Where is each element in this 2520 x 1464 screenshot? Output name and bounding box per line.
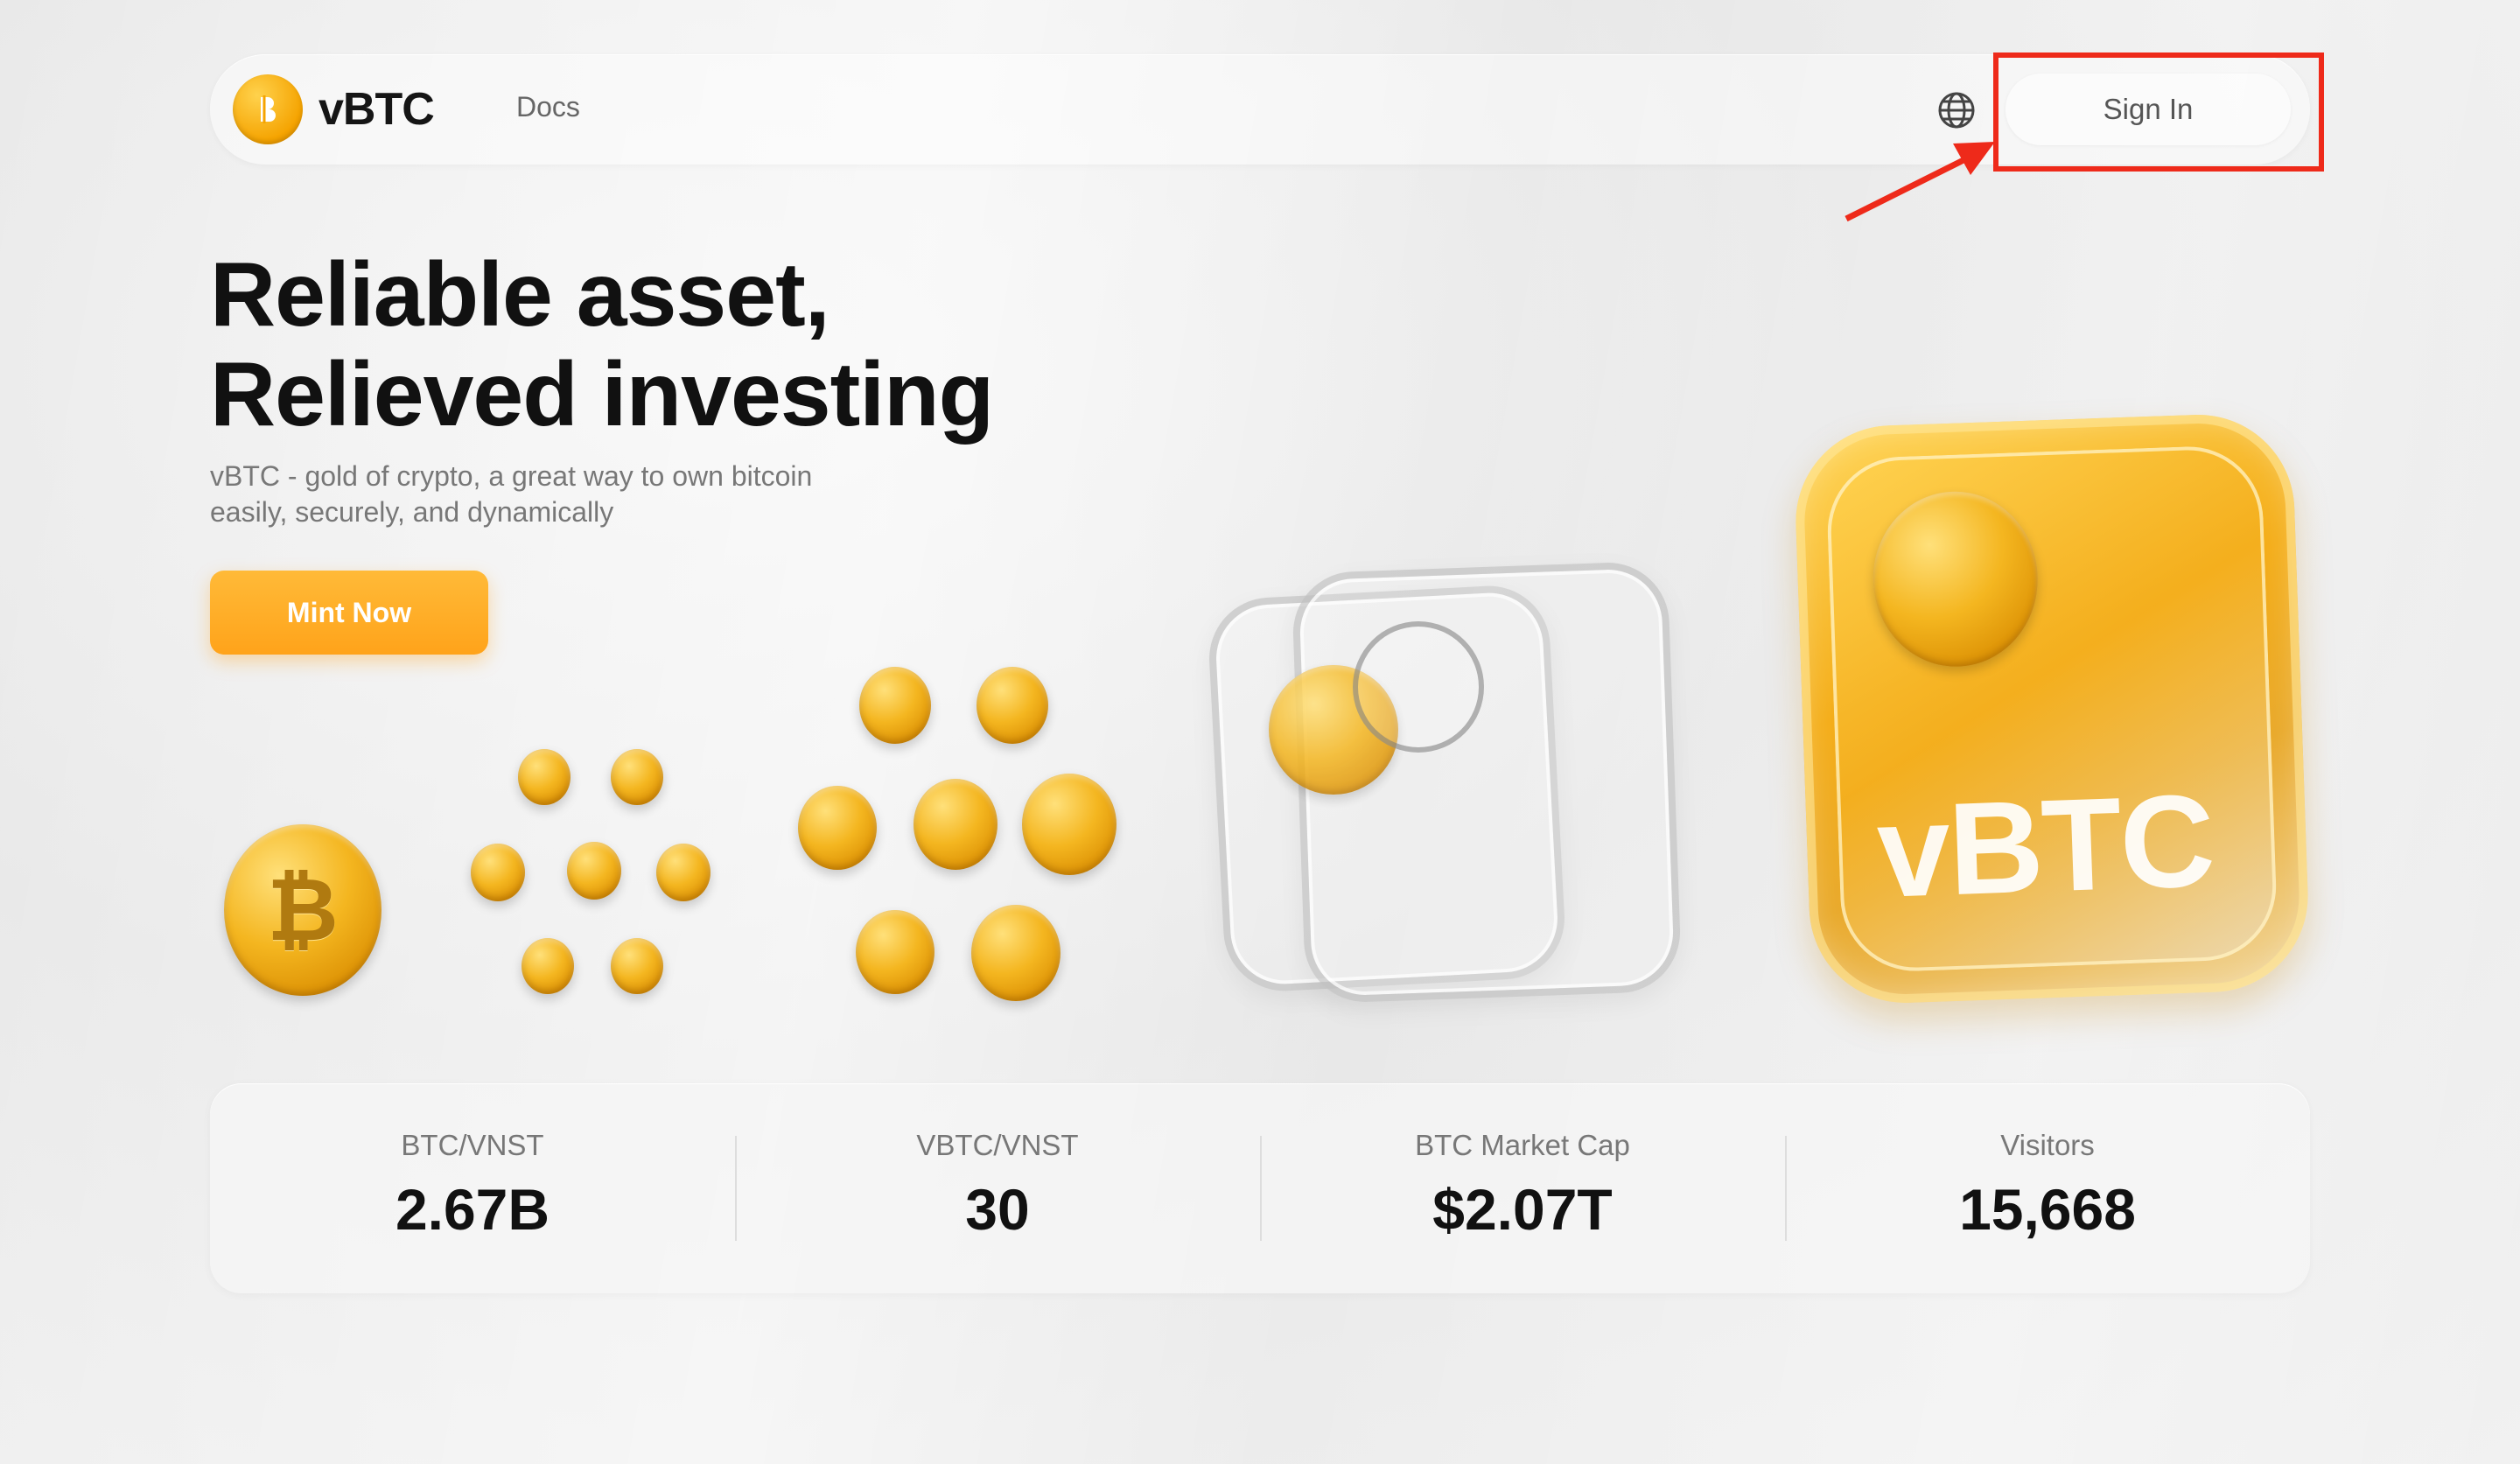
stat-value: 30 [965,1177,1030,1242]
coin-icon [471,844,525,901]
stat-label: BTC/VNST [401,1129,544,1161]
vbtc-coin-icon [971,905,1060,1001]
stat-vbtc-vnst: VBTC/VNST 30 [735,1083,1260,1293]
vbtc-coin-icon [798,786,877,870]
vbtc-coin-icon [914,779,998,870]
coin-icon [656,844,710,901]
globe-icon[interactable] [1936,89,1978,131]
vbtc-coin-icon [976,667,1048,744]
vbtc-card-label: vBTC [1874,766,2216,926]
stat-label: BTC Market Cap [1415,1129,1630,1161]
stat-btc-vnst: BTC/VNST 2.67B [210,1083,735,1293]
annotation-arrow-icon [1844,142,1995,222]
stats-panel: BTC/VNST 2.67B VBTC/VNST 30 BTC Market C… [210,1083,2310,1293]
stat-btc-market-cap: BTC Market Cap $2.07T [1260,1083,1785,1293]
bitcoin-coin-icon: ₿ [224,824,382,996]
hero-subtitle-line-1: vBTC - gold of crypto, a great way to ow… [210,460,813,492]
nav-docs-link[interactable]: Docs [516,91,580,123]
vbtc-logo-icon [233,74,303,144]
stat-label: Visitors [2000,1129,2095,1161]
mint-now-button[interactable]: Mint Now [210,571,488,655]
stat-value: 15,668 [1959,1177,2136,1242]
stat-value: $2.07T [1432,1177,1613,1242]
stat-label: VBTC/VNST [916,1129,1079,1161]
coin-icon [522,938,574,994]
hero-title-line-1: Reliable asset, [210,244,830,346]
brand-name: vBTC [318,84,435,135]
stat-value: 2.67B [395,1177,550,1242]
vbtc-coin-icon [856,910,934,994]
vbtc-gold-card: vBTC [1792,411,2312,1006]
coin-icon [567,842,621,900]
vbtc-coin-icon [859,667,931,744]
coin-icon [518,749,570,805]
coin-icon [611,749,663,805]
coin-icon [611,938,663,994]
hero-title: Reliable asset, Relieved investing [210,245,1172,445]
hero-title-line-2: Relieved investing [210,344,994,445]
hero-subtitle-line-2: easily, securely, and dynamically [210,496,614,528]
glass-ring-icon [1353,621,1484,753]
stat-visitors: Visitors 15,668 [1785,1083,2310,1293]
hero-subtitle: vBTC - gold of crypto, a great way to ow… [210,459,962,530]
bitcoin-symbol: ₿ [267,860,339,959]
brand-logo[interactable]: vBTC [233,74,435,144]
vbtc-coin-icon [1022,774,1116,875]
sign-in-highlight-box [1993,53,2324,172]
